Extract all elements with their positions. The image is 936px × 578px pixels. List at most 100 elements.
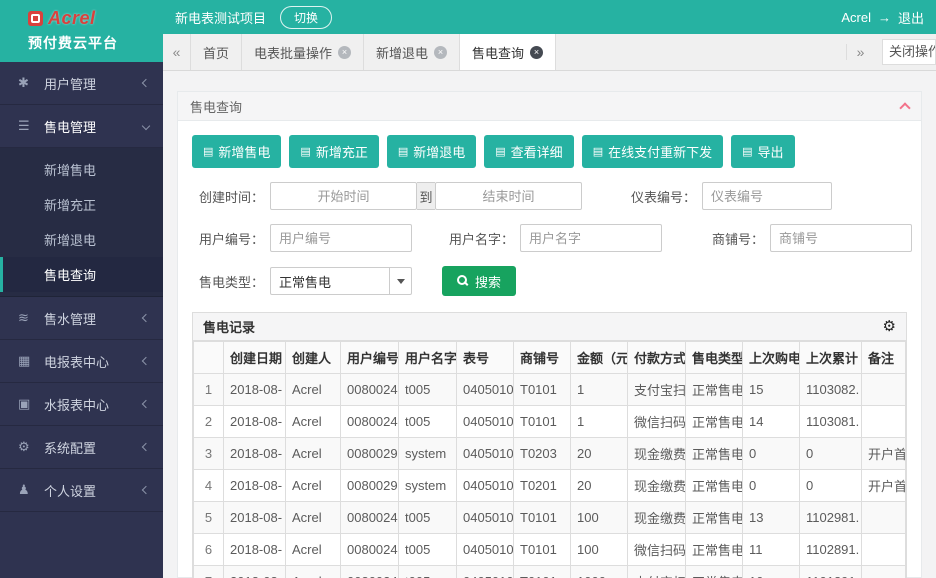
table-row[interactable]: 32018-08-Acrel0080029system0405010T02032…	[194, 438, 906, 470]
sidebar-item-new-sale[interactable]: 新增售电	[0, 152, 163, 187]
tabs-scroll-left-button[interactable]: «	[163, 34, 191, 70]
table-row[interactable]: 62018-08-Acrel0080024t0050405010T0101100…	[194, 534, 906, 566]
table-row[interactable]: 72018-08-Acrel0080024t0050405010T0101100…	[194, 566, 906, 578]
end-time-input[interactable]	[435, 182, 582, 210]
start-time-input[interactable]	[270, 182, 417, 210]
close-tab-icon[interactable]: ×	[434, 46, 447, 59]
sidebar-item-power-report-center[interactable]: ▦ 电报表中心	[0, 340, 163, 383]
view-detail-button[interactable]: ▤查看详细	[484, 135, 573, 168]
collapse-panel-icon[interactable]	[899, 102, 910, 113]
table-cell: 4	[194, 470, 224, 502]
export-button[interactable]: ▤导出	[731, 135, 794, 168]
sale-type-select[interactable]: 正常售电	[270, 267, 412, 295]
new-recharge-correction-button[interactable]: ▤新增充正	[289, 135, 378, 168]
tab-sale-query[interactable]: 售电查询 ×	[460, 34, 556, 70]
main-area: 新电表测试项目 切换 Acrel → 退出 « 首页 电表批量操作 × 新增退电…	[163, 0, 936, 578]
table-cell: 6	[194, 534, 224, 566]
sidebar-item-water-report-center[interactable]: ▣ 水报表中心	[0, 383, 163, 426]
sidebar-item-sale-management[interactable]: ☰ 售电管理	[0, 105, 163, 148]
table-cell: Acrel	[286, 502, 341, 534]
sidebar-nav: ✱ 用户管理 ☰ 售电管理 新增售电 新增充正 新增退电 售电查询 ≋ 售水管理	[0, 62, 163, 578]
sidebar-item-new-refund[interactable]: 新增退电	[0, 222, 163, 257]
document-icon: ▤	[203, 145, 213, 158]
sidebar-item-user-management[interactable]: ✱ 用户管理	[0, 62, 163, 105]
close-tab-icon[interactable]: ×	[530, 46, 543, 59]
document-icon: ▤	[742, 145, 752, 158]
person-icon: ♟	[18, 482, 38, 498]
table-cell: 正常售电	[686, 566, 743, 578]
table-cell: 0	[800, 470, 862, 502]
table-cell: Acrel	[286, 566, 341, 578]
sale-records-box: 售电记录 ⚙ 创建日期创建人用户编号用户名字表号商铺号金额（元付款方式售电类型上…	[192, 312, 907, 578]
search-icon	[457, 275, 469, 287]
table-cell: 10	[743, 566, 800, 578]
button-label: 在线支付重新下发	[608, 142, 712, 161]
tabs-scroll-right-button[interactable]: »	[846, 44, 874, 60]
table-cell: 20	[571, 438, 628, 470]
user-name-input[interactable]	[520, 224, 662, 252]
sidebar-submenu: 新增售电 新增充正 新增退电 售电查询	[0, 148, 163, 297]
tab-label: 售电查询	[472, 43, 524, 62]
close-tab-icon[interactable]: ×	[338, 46, 351, 59]
shop-no-input[interactable]	[770, 224, 912, 252]
table-cell: 1102891.	[800, 534, 862, 566]
table-cell: T0101	[514, 406, 571, 438]
acrel-logo-icon	[28, 11, 43, 26]
sidebar-item-system-config[interactable]: ⚙ 系统配置	[0, 426, 163, 469]
records-tbody: 12018-08-Acrel0080024t0050405010T01011支付…	[194, 374, 906, 578]
platform-name: 预付费云平台	[28, 33, 163, 53]
new-sale-button[interactable]: ▤新增售电	[192, 135, 281, 168]
switch-project-button[interactable]: 切换	[280, 6, 332, 29]
sidebar: Acrel 预付费云平台 ✱ 用户管理 ☰ 售电管理 新增售电 新增充正 新增退…	[0, 0, 163, 578]
sidebar-item-sale-query[interactable]: 售电查询	[0, 257, 163, 292]
table-cell: 3	[194, 438, 224, 470]
table-row[interactable]: 52018-08-Acrel0080024t0050405010T0101100…	[194, 502, 906, 534]
sale-type-label: 售电类型：	[192, 272, 264, 291]
table-cell: 正常售电	[686, 502, 743, 534]
document-icon: ▤	[593, 145, 603, 158]
user-name-label: 用户名字：	[442, 229, 514, 248]
table-cell: 0080029	[341, 470, 399, 502]
tab-meter-batch-operation[interactable]: 电表批量操作 ×	[242, 34, 364, 70]
app-window: Acrel 预付费云平台 ✱ 用户管理 ☰ 售电管理 新增售电 新增充正 新增退…	[0, 0, 936, 578]
top-header: 新电表测试项目 切换 Acrel → 退出	[163, 0, 936, 34]
table-cell: 0	[800, 438, 862, 470]
table-cell: 100	[571, 502, 628, 534]
sidebar-item-new-recharge-correction[interactable]: 新增充正	[0, 187, 163, 222]
table-row[interactable]: 42018-08-Acrel0080029system0405010T02012…	[194, 470, 906, 502]
sidebar-item-label: 个人设置	[44, 481, 143, 500]
sidebar-item-water-sale-management[interactable]: ≋ 售水管理	[0, 297, 163, 340]
column-header: 用户名字	[399, 342, 457, 374]
meter-no-label: 仪表编号：	[624, 187, 696, 206]
records-header: 售电记录 ⚙	[193, 313, 906, 341]
column-header: 上次累计	[800, 342, 862, 374]
table-cell: T0101	[514, 566, 571, 578]
close-operations-button[interactable]: 关闭操作	[882, 39, 936, 65]
table-row[interactable]: 22018-08-Acrel0080024t0050405010T01011微信…	[194, 406, 906, 438]
logout-button[interactable]: 退出	[898, 8, 924, 27]
new-refund-button[interactable]: ▤新增退电	[387, 135, 476, 168]
sale-type-value: 正常售电	[271, 272, 389, 291]
meter-no-input[interactable]	[702, 182, 832, 210]
column-header: 售电类型	[686, 342, 743, 374]
sidebar-item-personal-settings[interactable]: ♟ 个人设置	[0, 469, 163, 512]
table-cell: Acrel	[286, 470, 341, 502]
table-cell: t005	[399, 406, 457, 438]
user-no-input[interactable]	[270, 224, 412, 252]
tab-home[interactable]: 首页	[191, 34, 242, 70]
table-settings-icon[interactable]: ⚙	[883, 319, 896, 334]
table-cell: 0405010	[457, 438, 514, 470]
table-cell: T0101	[514, 374, 571, 406]
table-cell: 1101891.	[800, 566, 862, 578]
table-cell: 正常售电	[686, 470, 743, 502]
column-header: 表号	[457, 342, 514, 374]
online-pay-resend-button[interactable]: ▤ 在线支付重新下发	[582, 135, 723, 168]
table-cell: 5	[194, 502, 224, 534]
table-cell: 1102981.	[800, 502, 862, 534]
chevron-left-icon	[142, 443, 150, 451]
table-cell: 0080024	[341, 374, 399, 406]
search-button[interactable]: 搜索	[442, 266, 516, 296]
table-row[interactable]: 12018-08-Acrel0080024t0050405010T01011支付…	[194, 374, 906, 406]
tab-new-refund[interactable]: 新增退电 ×	[364, 34, 460, 70]
water-report-icon: ▣	[18, 396, 38, 412]
